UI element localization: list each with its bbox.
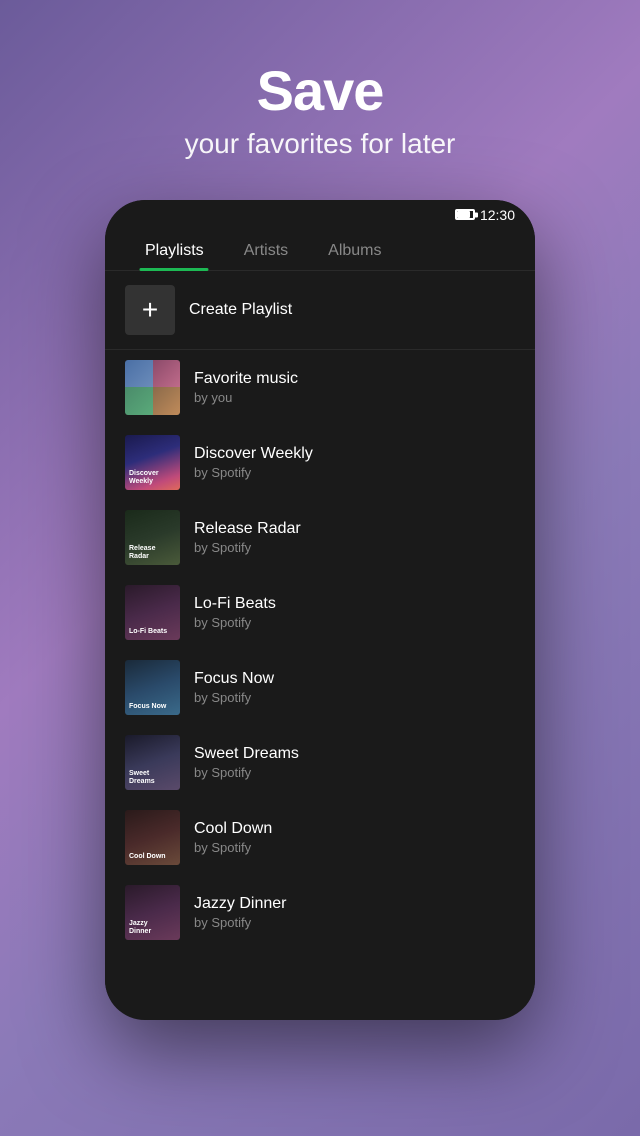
list-item[interactable]: ReleaseRadar Release Radar by Spotify bbox=[105, 500, 535, 575]
playlist-creator: by Spotify bbox=[194, 540, 515, 555]
playlist-thumbnail-jazzy: JazzyDinner bbox=[125, 885, 180, 940]
create-playlist-icon: + bbox=[125, 285, 175, 335]
create-playlist-button[interactable]: + Create Playlist bbox=[105, 271, 535, 350]
plus-icon: + bbox=[142, 296, 158, 324]
thumb-label: Cool Down bbox=[129, 853, 166, 861]
playlist-info: Discover Weekly by Spotify bbox=[194, 445, 515, 480]
playlist-info: Release Radar by Spotify bbox=[194, 520, 515, 555]
thumb-label: JazzyDinner bbox=[129, 920, 151, 935]
playlist-info: Focus Now by Spotify bbox=[194, 670, 515, 705]
tab-artists[interactable]: Artists bbox=[224, 230, 308, 270]
thumb-label: Focus Now bbox=[129, 703, 166, 711]
playlist-thumbnail-favorite bbox=[125, 360, 180, 415]
list-item[interactable]: Favorite music by you bbox=[105, 350, 535, 425]
playlist-creator: by you bbox=[194, 390, 515, 405]
playlist-name: Discover Weekly bbox=[194, 445, 515, 463]
playlist-content: + Create Playlist Favorite music by you bbox=[105, 271, 535, 1011]
tab-playlists[interactable]: Playlists bbox=[125, 230, 224, 270]
status-bar: 12:30 bbox=[105, 200, 535, 230]
playlist-creator: by Spotify bbox=[194, 690, 515, 705]
playlist-name: Release Radar bbox=[194, 520, 515, 538]
playlist-info: Jazzy Dinner by Spotify bbox=[194, 895, 515, 930]
tabs-bar: Playlists Artists Albums bbox=[105, 230, 535, 271]
playlist-thumbnail-discover: DiscoverWeekly bbox=[125, 435, 180, 490]
playlist-info: Sweet Dreams by Spotify bbox=[194, 745, 515, 780]
playlist-info: Lo-Fi Beats by Spotify bbox=[194, 595, 515, 630]
playlist-name: Sweet Dreams bbox=[194, 745, 515, 763]
playlist-creator: by Spotify bbox=[194, 915, 515, 930]
list-item[interactable]: SweetDreams Sweet Dreams by Spotify bbox=[105, 725, 535, 800]
thumb-label: DiscoverWeekly bbox=[129, 470, 159, 485]
status-time: 12:30 bbox=[455, 207, 515, 223]
battery-icon bbox=[455, 209, 475, 220]
playlist-creator: by Spotify bbox=[194, 465, 515, 480]
hero-subtitle: your favorites for later bbox=[20, 128, 620, 160]
hero-section: Save your favorites for later bbox=[0, 0, 640, 190]
thumb-label: Lo-Fi Beats bbox=[129, 628, 167, 636]
hero-title: Save bbox=[20, 60, 620, 122]
list-item[interactable]: DiscoverWeekly Discover Weekly by Spotif… bbox=[105, 425, 535, 500]
list-item[interactable]: Cool Down Cool Down by Spotify bbox=[105, 800, 535, 875]
thumb-label: SweetDreams bbox=[129, 770, 155, 785]
list-item[interactable]: Focus Now Focus Now by Spotify bbox=[105, 650, 535, 725]
clock-display: 12:30 bbox=[480, 207, 515, 223]
playlist-thumbnail-cooldown: Cool Down bbox=[125, 810, 180, 865]
thumb-label: ReleaseRadar bbox=[129, 545, 155, 560]
list-item[interactable]: Lo-Fi Beats Lo-Fi Beats by Spotify bbox=[105, 575, 535, 650]
playlist-name: Jazzy Dinner bbox=[194, 895, 515, 913]
playlist-name: Focus Now bbox=[194, 670, 515, 688]
list-item[interactable]: JazzyDinner Jazzy Dinner by Spotify bbox=[105, 875, 535, 950]
tab-albums[interactable]: Albums bbox=[308, 230, 401, 270]
create-playlist-label: Create Playlist bbox=[189, 301, 292, 319]
playlist-creator: by Spotify bbox=[194, 840, 515, 855]
playlist-info: Cool Down by Spotify bbox=[194, 820, 515, 855]
playlist-thumbnail-focus: Focus Now bbox=[125, 660, 180, 715]
playlist-info: Favorite music by you bbox=[194, 370, 515, 405]
playlist-creator: by Spotify bbox=[194, 765, 515, 780]
playlist-name: Favorite music bbox=[194, 370, 515, 388]
playlist-name: Cool Down bbox=[194, 820, 515, 838]
playlist-creator: by Spotify bbox=[194, 615, 515, 630]
playlist-name: Lo-Fi Beats bbox=[194, 595, 515, 613]
phone-mockup: 12:30 Playlists Artists Albums + Create … bbox=[105, 200, 535, 1020]
playlist-thumbnail-radar: ReleaseRadar bbox=[125, 510, 180, 565]
playlist-thumbnail-dreams: SweetDreams bbox=[125, 735, 180, 790]
playlist-thumbnail-lofi: Lo-Fi Beats bbox=[125, 585, 180, 640]
